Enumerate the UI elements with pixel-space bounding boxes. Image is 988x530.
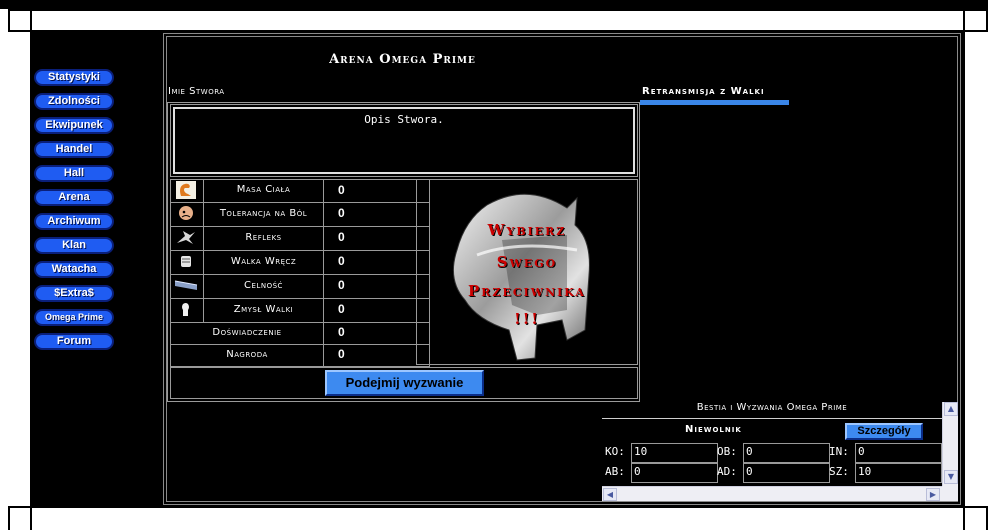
field-input-in[interactable]: 0 xyxy=(855,443,942,463)
stat-label-walka-wrecz: Walka Wręcz xyxy=(203,250,324,275)
stat-value-nagroda: 0 xyxy=(323,344,430,367)
muscle-icon xyxy=(170,179,204,203)
stat-label-tolerancja: Tolerancja na Ból xyxy=(203,202,324,227)
nav-arena[interactable]: Arena xyxy=(34,189,114,206)
scroll-down-arrow-icon[interactable]: ▼ xyxy=(944,470,958,484)
creature-description: Opis Stwora. xyxy=(364,113,444,126)
stat-value-refleks: 0 xyxy=(323,226,430,251)
reflex-icon xyxy=(170,226,204,251)
beast-panel-rule xyxy=(602,418,942,419)
pain-tolerance-icon xyxy=(170,202,204,227)
stat-label-masa-ciala: Masa Ciała xyxy=(203,179,324,203)
details-button[interactable]: Szczegóły xyxy=(845,423,923,440)
field-input-ab[interactable]: 0 xyxy=(631,463,718,483)
beast-panel: Bestia i Wyzwania Omega Prime Niewolnik … xyxy=(602,402,960,501)
broadcast-tab[interactable]: Retransmisja z Walki xyxy=(640,86,789,106)
nav-extra[interactable]: $Extra$ xyxy=(34,285,114,302)
vertical-scrollbar[interactable]: ▲ ▼ xyxy=(942,402,958,486)
beast-name: Niewolnik xyxy=(685,424,742,435)
creature-name-label: Imie Stwora xyxy=(168,86,225,97)
scrollbar-corner xyxy=(942,486,958,501)
challenge-button[interactable]: Podejmij wyzwanie xyxy=(325,370,484,396)
field-label-sz: SZ: xyxy=(829,465,849,478)
combat-sense-icon xyxy=(170,298,204,323)
broadcast-tab-underline xyxy=(640,100,789,105)
helmet-overlay-line-4: !!! xyxy=(514,310,540,328)
field-input-ob[interactable]: 0 xyxy=(743,443,830,463)
nav-klan[interactable]: Klan xyxy=(34,237,114,254)
helmet-overlay-line-3: Przeciwnika xyxy=(468,282,586,300)
opponent-portrait-cell: Wybierz Swego Przeciwnika !!! xyxy=(416,179,638,365)
scroll-right-arrow-icon[interactable]: ▶ xyxy=(926,488,940,501)
gladiator-helmet-icon xyxy=(452,193,590,361)
nav-omega-prime[interactable]: Omega Prime xyxy=(34,309,114,326)
stat-value-celnosc: 0 xyxy=(323,274,430,299)
description-inner: Opis Stwora. xyxy=(173,107,635,174)
horizontal-scrollbar[interactable]: ◀ ▶ xyxy=(602,486,942,501)
field-input-ad[interactable]: 0 xyxy=(743,463,830,483)
frame-right-rule xyxy=(963,9,965,530)
nav-handel[interactable]: Handel xyxy=(34,141,114,158)
stat-label-zmysl-walki: Zmysł Walki xyxy=(203,298,324,323)
frame-top-rule xyxy=(0,0,988,9)
helmet-overlay-line-2: Swego xyxy=(496,253,558,271)
field-input-ko[interactable]: 10 xyxy=(631,443,718,463)
stat-label-doswiadczenie: Doświadczenie xyxy=(170,322,324,345)
field-label-ab: AB: xyxy=(605,465,625,478)
stat-label-celnosc: Celność xyxy=(203,274,324,299)
scroll-left-arrow-icon[interactable]: ◀ xyxy=(603,488,617,501)
stat-label-nagroda: Nagroda xyxy=(170,344,324,367)
field-label-in: IN: xyxy=(829,445,849,458)
nav-zdolnosci[interactable]: Zdolności xyxy=(34,93,114,110)
stat-value-doswiadczenie: 0 xyxy=(323,322,430,345)
field-label-ad: AD: xyxy=(717,465,737,478)
accuracy-icon xyxy=(170,274,204,299)
arena-title: Arena Omega Prime xyxy=(329,52,476,67)
frame-bottom-band xyxy=(8,506,988,530)
nav-archiwum[interactable]: Archiwum xyxy=(34,213,114,230)
broadcast-tab-label: Retransmisja z Walki xyxy=(642,86,765,97)
frame-top-band xyxy=(8,9,988,32)
scroll-up-arrow-icon[interactable]: ▲ xyxy=(944,402,958,416)
stat-value-zmysl-walki: 0 xyxy=(323,298,430,323)
nav-hall[interactable]: Hall xyxy=(34,165,114,182)
sidebar: Statystyki Zdolności Ekwipunek Handel Ha… xyxy=(32,32,162,506)
stat-value-walka-wrecz: 0 xyxy=(323,250,430,275)
nav-watacha[interactable]: Watacha xyxy=(34,261,114,278)
field-label-ko: KO: xyxy=(605,445,625,458)
field-label-ob: OB: xyxy=(717,445,737,458)
nav-ekwipunek[interactable]: Ekwipunek xyxy=(34,117,114,134)
helmet-overlay-line-1: Wybierz xyxy=(487,221,567,239)
nav-statystyki[interactable]: Statystyki xyxy=(34,69,114,86)
challenge-row: Podejmij wyzwanie xyxy=(170,367,638,399)
fist-icon xyxy=(170,250,204,275)
field-input-sz[interactable]: 10 xyxy=(855,463,942,483)
stat-value-tolerancja: 0 xyxy=(323,202,430,227)
stat-value-masa-ciala: 0 xyxy=(323,179,430,203)
stat-label-refleks: Refleks xyxy=(203,226,324,251)
creature-description-box: Opis Stwora. xyxy=(170,104,638,177)
nav-forum[interactable]: Forum xyxy=(34,333,114,350)
beast-panel-title: Bestia i Wyzwania Omega Prime xyxy=(696,402,848,413)
